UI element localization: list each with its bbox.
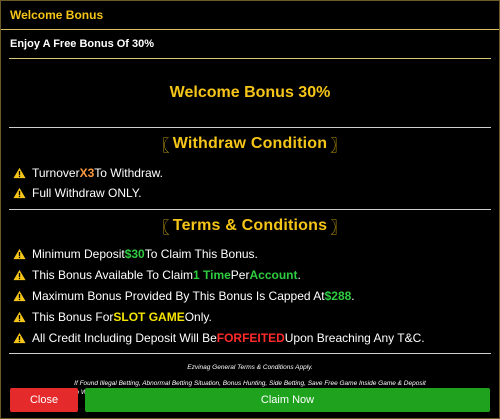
warning-icon — [13, 332, 26, 343]
list-item: This Bonus Available To Claim 1 Time Per… — [1, 264, 499, 285]
bonus-subtitle: Enjoy A Free Bonus Of 30% — [10, 38, 155, 50]
item-text: Only. — [184, 309, 212, 324]
item-text: Maximum Bonus Provided By This Bonus Is … — [32, 288, 325, 303]
max-bonus-amount: $288 — [324, 288, 352, 303]
item-text: . — [297, 267, 301, 282]
bracket-left: 〖 — [153, 220, 170, 237]
terms-list: Minimum Deposit $30 To Claim This Bonus.… — [1, 242, 499, 348]
item-text: To Claim This Bonus. — [144, 246, 258, 261]
item-text: Full Withdraw ONLY. — [32, 186, 142, 200]
modal-title: Welcome Bonus — [10, 8, 104, 22]
list-item: Minimum Deposit $30 To Claim This Bonus. — [1, 243, 499, 264]
list-item: Turnover X3 To Withdraw. — [1, 163, 499, 183]
terms-conditions-title: 〖 Terms & Conditions 〗 — [1, 210, 499, 242]
item-text: To Withdraw. — [94, 166, 163, 180]
warning-icon — [13, 311, 26, 322]
modal-header: Welcome Bonus — [1, 1, 499, 30]
list-item: This Bonus For SLOT GAME Only. — [1, 306, 499, 327]
claim-scope: Account — [249, 267, 298, 282]
warning-icon — [13, 290, 26, 301]
list-item: Maximum Bonus Provided By This Bonus Is … — [1, 285, 499, 306]
action-buttons: Close Claim Now — [10, 388, 490, 412]
divider — [9, 353, 491, 354]
item-text: Turnover — [32, 166, 80, 180]
item-text: This Bonus For — [32, 309, 114, 324]
warning-icon — [13, 269, 26, 280]
bonus-headline: Welcome Bonus 30% — [169, 84, 331, 101]
game-type: SLOT GAME — [113, 309, 185, 324]
withdraw-condition-title: 〖 Withdraw Condition 〗 — [1, 128, 499, 160]
warning-icon — [13, 187, 26, 199]
item-text: . — [351, 288, 355, 303]
item-text: Per — [230, 267, 250, 282]
welcome-bonus-modal: Welcome Bonus Enjoy A Free Bonus Of 30% … — [0, 0, 500, 419]
bracket-right: 〗 — [330, 138, 347, 155]
warning-icon — [13, 248, 26, 259]
item-text: Upon Breaching Any T&C. — [284, 330, 425, 345]
warning-icon — [13, 167, 26, 179]
list-item: All Credit Including Deposit Will Be FOR… — [1, 327, 499, 348]
min-deposit-amount: $30 — [124, 246, 145, 261]
claim-now-button[interactable]: Claim Now — [85, 388, 490, 412]
item-text: All Credit Including Deposit Will Be — [32, 330, 217, 345]
turnover-multiplier: X3 — [79, 166, 95, 180]
bracket-left: 〖 — [153, 138, 170, 155]
bracket-right: 〗 — [330, 220, 347, 237]
terms-conditions-label: Terms & Conditions — [172, 217, 328, 234]
close-button[interactable]: Close — [10, 388, 78, 412]
claim-limit: 1 Time — [192, 267, 231, 282]
withdraw-condition-label: Withdraw Condition — [172, 135, 328, 152]
item-text: Minimum Deposit — [32, 246, 125, 261]
general-terms-note: Ezvinag General Terms & Conditions Apply… — [187, 364, 313, 371]
list-item: Full Withdraw ONLY. — [1, 183, 499, 203]
forfeited-label: FORFEITED — [216, 330, 285, 345]
withdraw-conditions-list: Turnover X3 To Withdraw. Full Withdraw O… — [1, 160, 499, 203]
item-text: This Bonus Available To Claim — [32, 267, 193, 282]
